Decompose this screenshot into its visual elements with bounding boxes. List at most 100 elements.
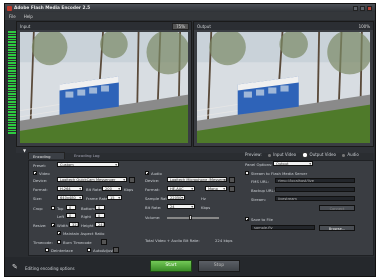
video-format-select[interactable]: H.264	[57, 186, 83, 191]
minimize-button[interactable]	[353, 5, 358, 11]
preview-output-label: Output Video	[309, 152, 336, 157]
panel-options-select[interactable]: Output	[273, 161, 313, 166]
video-size-label: Size:	[33, 196, 43, 201]
app-window: Adobe Flash Media Encoder 2.5 File Help …	[4, 3, 376, 277]
burn-timecode-checkbox[interactable]	[57, 240, 61, 244]
wrench-icon[interactable]: ✎	[12, 263, 18, 271]
preview-audio-radio[interactable]: Audio	[341, 152, 359, 158]
resize-width-input[interactable]: 320	[69, 222, 79, 227]
maintain-aspect-label: Maintain Aspect Ratio	[63, 231, 105, 236]
video-checkbox[interactable]	[33, 171, 37, 175]
preview-input-radio[interactable]: Input Video	[267, 152, 297, 158]
crop-top-label: Top	[57, 206, 64, 211]
collapse-arrow-icon[interactable]: ▼	[23, 148, 26, 153]
maintain-aspect-checkbox[interactable]	[57, 231, 61, 235]
status-text: Editing encoding options	[25, 266, 75, 271]
video-device-label: Device:	[33, 178, 48, 183]
autoadjust-label: AutoAdjust	[93, 248, 114, 253]
start-button[interactable]: Start	[150, 260, 192, 272]
volume-slider-track[interactable]	[167, 217, 219, 219]
video-fps-label: Frame Rate:	[86, 196, 110, 201]
crop-bottom-label: Bottom	[81, 206, 95, 211]
video-fps-select[interactable]: 15	[107, 195, 122, 200]
tab-encoding-options[interactable]: Encoding Options	[28, 152, 65, 164]
audio-checkbox[interactable]	[145, 171, 149, 175]
video-bitrate-unit: Kbps	[124, 187, 134, 192]
audio-device-select[interactable]: Logitech Microphone (Messenger	[167, 177, 227, 182]
audio-format-config-icon[interactable]	[229, 185, 235, 192]
encoding-options-panel: Preset: Custom Video Device: Logitech Qu…	[28, 160, 374, 256]
save-to-file-checkbox[interactable]	[245, 217, 249, 221]
audio-format-label: Format:	[145, 187, 160, 192]
input-panel-header: Input 75%	[17, 22, 191, 30]
audio-device-label: Device:	[145, 178, 160, 183]
volume-slider-thumb[interactable]	[188, 215, 192, 220]
backup-url-input[interactable]	[275, 187, 355, 192]
close-button[interactable]	[367, 5, 372, 11]
crop-left-input[interactable]: 0	[66, 213, 76, 218]
input-video-frame	[20, 32, 188, 143]
audio-channels-select[interactable]: Mono	[205, 186, 227, 191]
radio-icon	[267, 153, 272, 158]
total-bitrate-value: 224 kbps	[215, 238, 233, 243]
input-zoom-select[interactable]: 75%	[172, 23, 189, 30]
crop-label: Crop:	[33, 206, 44, 211]
crop-right-label: Right	[81, 214, 91, 219]
menu-help[interactable]: Help	[24, 14, 33, 19]
video-device-config-icon[interactable]	[129, 176, 135, 183]
samplerate-select[interactable]: 22050	[167, 195, 185, 200]
samplerate-unit: Hz	[201, 196, 206, 201]
browse-button[interactable]: Browse...	[319, 224, 355, 231]
volume-label: Volume:	[145, 215, 161, 220]
preview-input-label: Input Video	[273, 152, 297, 158]
crop-right-input[interactable]: 0	[95, 213, 105, 218]
stop-button[interactable]: Stop	[198, 260, 240, 272]
audio-device-config-icon[interactable]	[229, 176, 235, 183]
input-panel-label: Input	[20, 24, 31, 29]
resize-label: Resize:	[33, 223, 47, 228]
crop-left-label: Left	[57, 214, 65, 219]
autoadjust-checkbox[interactable]	[87, 248, 91, 252]
preset-select[interactable]: Custom	[57, 162, 119, 167]
video-size-select[interactable]: 640x480	[57, 195, 83, 200]
resize-height-input[interactable]: 240	[95, 222, 105, 227]
audio-bitrate-select[interactable]: 24	[167, 204, 195, 209]
resize-checkbox[interactable]	[51, 223, 55, 227]
crop-top-input[interactable]: 0	[66, 205, 76, 210]
stream-name-input[interactable]: livestream	[275, 196, 355, 201]
maximize-button[interactable]	[360, 5, 365, 11]
video-device-select[interactable]: Logitech QuickCam Messenger	[57, 177, 127, 182]
output-video-frame	[197, 32, 370, 143]
preview-options: Preview: Input Video Output Video Audio	[245, 152, 359, 158]
output-panel-label: Output	[197, 24, 211, 29]
tab-encoding-log[interactable]: Encoding Log	[70, 152, 110, 159]
deinterlace-checkbox[interactable]	[45, 248, 49, 252]
save-file-input[interactable]: sample.flv	[251, 225, 315, 230]
audio-level-meter	[8, 31, 16, 145]
app-logo-icon	[7, 5, 12, 11]
connect-button[interactable]: Connect	[319, 205, 355, 211]
video-format-label: Format:	[33, 187, 48, 192]
preview-output-radio[interactable]: Output Video	[302, 152, 336, 158]
menu-bar: File Help	[5, 12, 375, 20]
panel-options-label: Panel Options:	[245, 162, 273, 167]
audio-format-select[interactable]: HE-AAC	[167, 186, 195, 191]
output-zoom-select[interactable]: 100%	[359, 24, 370, 29]
deinterlace-label: Deinterlace	[51, 248, 73, 253]
output-preview-panel: Output 100%	[193, 21, 374, 147]
backup-url-label: Backup URL:	[251, 188, 275, 193]
preview-audio-label: Audio	[347, 152, 359, 158]
autoadjust-options-icon[interactable]	[113, 247, 119, 253]
video-bitrate-select[interactable]: 200	[102, 186, 122, 191]
burn-timecode-label: Burn Timecode	[63, 240, 92, 245]
radio-icon	[341, 153, 346, 158]
settings-tabs: Encoding Options Encoding Log	[28, 152, 208, 164]
crop-checkbox[interactable]	[51, 206, 55, 210]
radio-icon	[302, 152, 308, 158]
fms-url-input[interactable]: rtmp://localhost/live	[275, 178, 355, 183]
timecode-options-icon[interactable]	[101, 239, 107, 245]
menu-file[interactable]: File	[9, 14, 16, 19]
stream-checkbox[interactable]	[245, 171, 249, 175]
crop-bottom-input[interactable]: 0	[95, 205, 105, 210]
window-controls	[353, 5, 372, 11]
